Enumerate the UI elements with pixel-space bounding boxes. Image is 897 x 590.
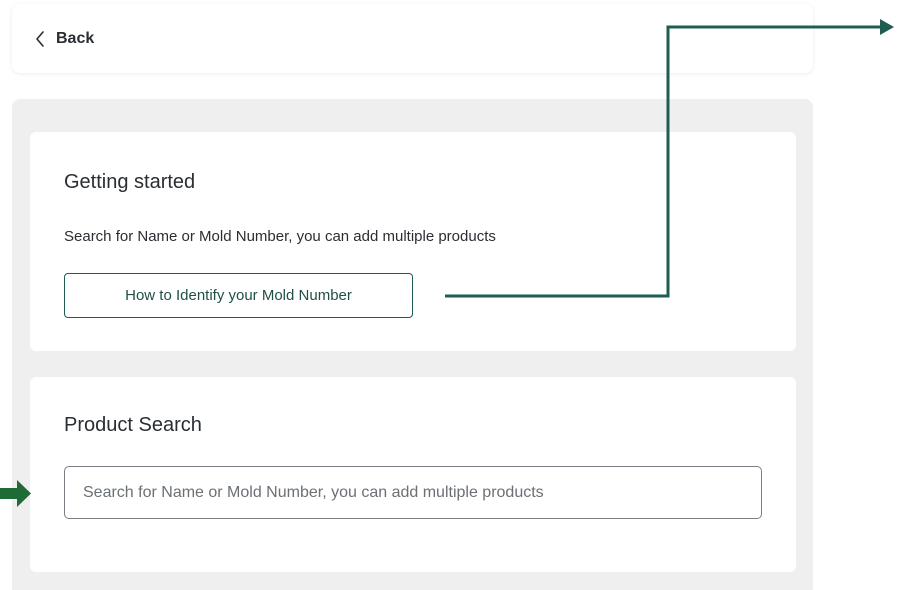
page: Back Getting started Search for Name or … — [0, 0, 897, 590]
product-search-input[interactable] — [64, 466, 762, 519]
chevron-left-icon — [36, 30, 44, 47]
product-search-title: Product Search — [64, 414, 202, 436]
getting-started-card: Getting started Search for Name or Mold … — [30, 132, 796, 351]
product-search-card: Product Search — [30, 377, 796, 572]
header-bar: Back — [12, 4, 813, 73]
content-panel: Getting started Search for Name or Mold … — [12, 99, 813, 590]
back-label: Back — [56, 29, 95, 47]
getting-started-description: Search for Name or Mold Number, you can … — [64, 228, 496, 245]
getting-started-title: Getting started — [64, 171, 196, 193]
back-button[interactable]: Back — [34, 30, 94, 48]
identify-mold-number-button[interactable]: How to Identify your Mold Number — [64, 273, 413, 318]
